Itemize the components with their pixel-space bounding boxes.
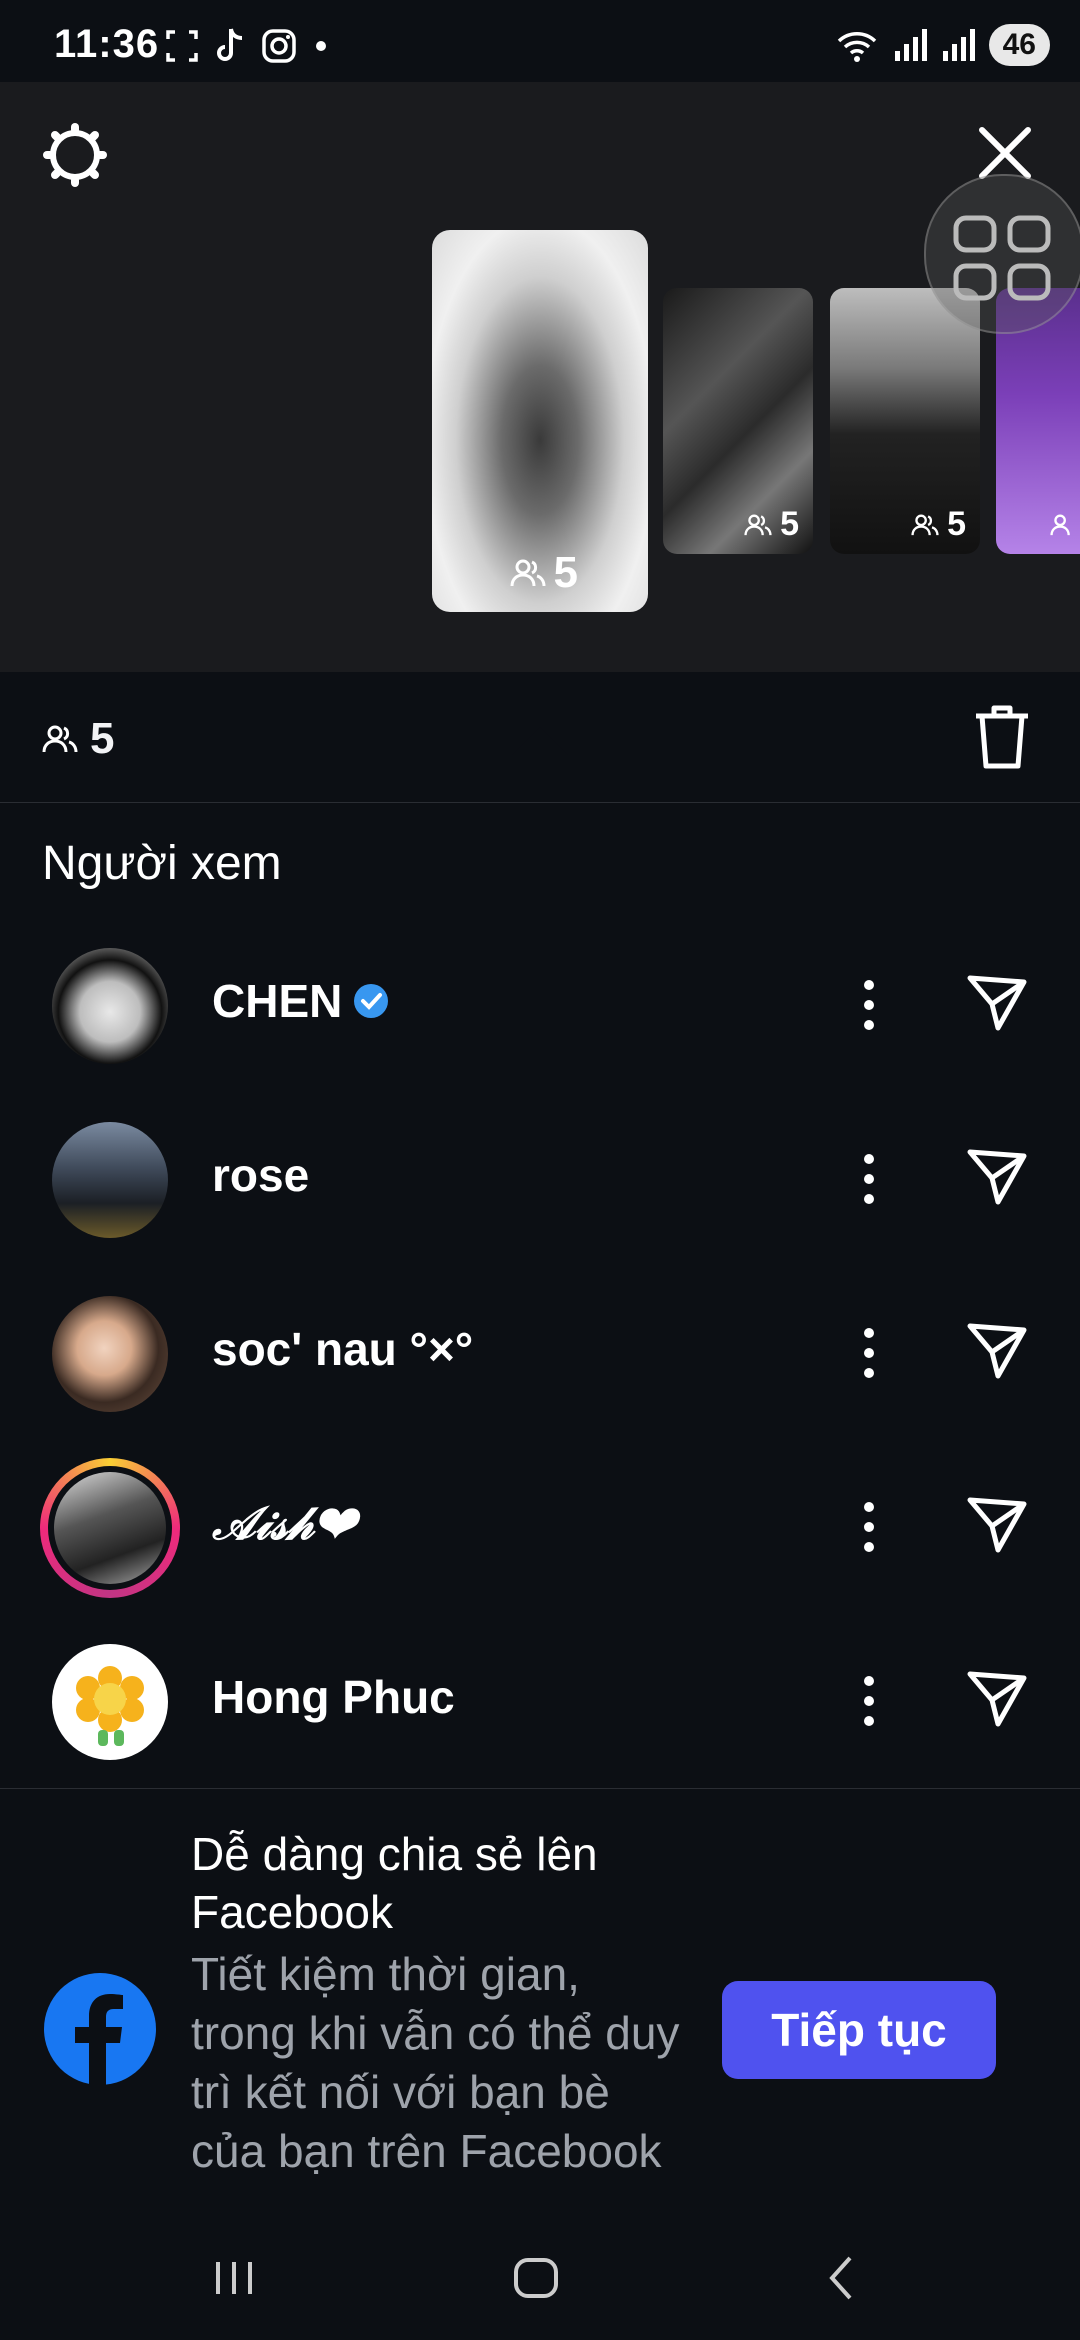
verified-badge-icon <box>354 984 389 1018</box>
list-item[interactable]: Hong Phuc <box>0 1634 1080 1808</box>
send-icon[interactable] <box>964 1490 1030 1556</box>
people-icon <box>1050 514 1070 535</box>
section-title: Người xem <box>42 837 282 890</box>
battery-indicator: 46 <box>988 24 1050 66</box>
continue-button[interactable]: Tiếp tục <box>722 1981 996 2079</box>
facebook-logo-icon <box>44 1973 156 2085</box>
avatar[interactable] <box>52 1644 168 1760</box>
instagram-icon <box>262 29 296 63</box>
back-icon[interactable] <box>812 2248 872 2308</box>
story-thumbnail[interactable]: 5 <box>663 288 813 554</box>
more-options-icon[interactable] <box>854 1144 884 1214</box>
promo-title: Dễ dàng chia sẻ lên Facebook <box>191 1828 598 1938</box>
sunflower-sticker-icon <box>76 1666 144 1746</box>
viewer-list: CHEN rose soc' nau °×° 𝒜𝒾𝓈𝒽❤ Hong Phuc <box>0 938 1080 1808</box>
floating-app-widget[interactable] <box>924 174 1080 334</box>
avatar[interactable] <box>52 1296 168 1412</box>
wifi-icon <box>837 32 876 62</box>
avatar-with-story-ring[interactable] <box>40 1458 180 1598</box>
list-item[interactable]: 𝒜𝒾𝓈𝒽❤ <box>0 1458 1080 1634</box>
facebook-share-promo: Dễ dàng chia sẻ lên Facebook Tiết kiệm t… <box>0 1788 1080 2209</box>
story-viewer-count: 5 <box>510 548 578 598</box>
status-time: 11:36 <box>54 22 160 66</box>
avatar[interactable] <box>52 1122 168 1238</box>
gear-icon[interactable] <box>40 120 110 190</box>
list-item[interactable]: soc' nau °×° <box>0 1286 1080 1460</box>
status-bar: 11:36 46 <box>0 0 1080 82</box>
grid-icon <box>953 215 1051 301</box>
people-icon <box>744 514 772 535</box>
promo-description: Tiết kiệm thời gian, trong khi vẫn có th… <box>191 1948 680 2177</box>
viewer-summary-row: 5 <box>0 672 1080 803</box>
story-header: 5 5 5 5 <box>0 82 1080 755</box>
people-icon <box>510 559 546 587</box>
send-icon[interactable] <box>964 1316 1030 1382</box>
signal-icon <box>894 29 927 61</box>
viewer-count: 5 <box>42 714 114 764</box>
system-nav-bar <box>0 2208 1080 2340</box>
send-icon[interactable] <box>964 1142 1030 1208</box>
send-icon[interactable] <box>964 1664 1030 1730</box>
more-options-icon[interactable] <box>854 1666 884 1736</box>
viewer-name[interactable]: CHEN <box>212 974 390 1028</box>
more-options-icon[interactable] <box>854 970 884 1040</box>
signal-icon <box>942 29 975 61</box>
viewer-name[interactable]: soc' nau °×° <box>212 1322 473 1376</box>
people-icon <box>911 514 939 535</box>
avatar[interactable] <box>52 948 168 1064</box>
list-item[interactable]: CHEN <box>0 938 1080 1112</box>
status-right-icons: 46 <box>835 22 1050 68</box>
viewer-name[interactable]: 𝒜𝒾𝓈𝒽❤ <box>212 1496 356 1552</box>
home-icon[interactable] <box>506 2248 566 2308</box>
screenshot-icon <box>166 30 198 62</box>
story-viewer-count: 5 <box>911 505 966 544</box>
status-left-icons <box>165 24 331 68</box>
story-viewer-count: 5 <box>744 505 799 544</box>
more-options-icon[interactable] <box>854 1318 884 1388</box>
viewer-name[interactable]: rose <box>212 1148 309 1202</box>
list-item[interactable]: rose <box>0 1112 1080 1286</box>
tiktok-icon <box>217 28 243 61</box>
people-icon <box>42 725 78 753</box>
story-thumbnail-selected[interactable]: 5 <box>432 230 648 612</box>
viewer-name[interactable]: Hong Phuc <box>212 1670 455 1724</box>
story-viewer-count: 5 <box>1050 505 1080 544</box>
send-icon[interactable] <box>964 968 1030 1034</box>
dot-icon <box>316 41 326 51</box>
more-options-icon[interactable] <box>854 1492 884 1562</box>
recent-apps-icon[interactable] <box>204 2248 264 2308</box>
trash-icon[interactable] <box>972 702 1032 772</box>
